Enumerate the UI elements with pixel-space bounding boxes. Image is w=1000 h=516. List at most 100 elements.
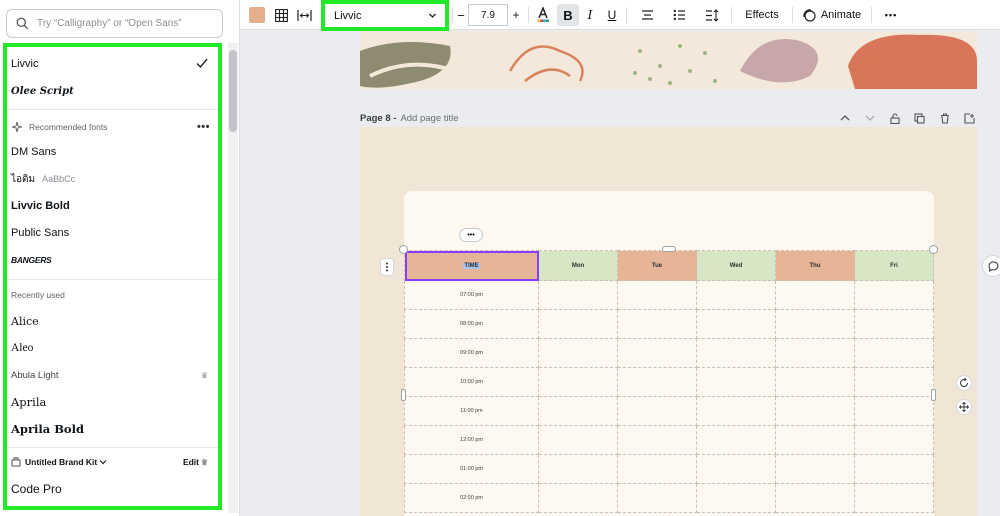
table-cell[interactable] [775, 280, 855, 310]
table-cell[interactable] [617, 280, 697, 310]
animate-icon-wrap[interactable] [801, 0, 817, 30]
time-cell[interactable]: 02:00 pm [404, 483, 539, 513]
table-cell[interactable] [696, 309, 776, 339]
table-cell[interactable] [538, 280, 618, 310]
table-cell[interactable] [696, 425, 776, 455]
table-cell[interactable] [696, 338, 776, 368]
move-down-icon[interactable] [862, 111, 877, 125]
table-cell[interactable] [775, 367, 855, 397]
header-cell-mon[interactable]: Mon [538, 250, 618, 281]
time-cell[interactable]: 07:00 pm [404, 280, 539, 310]
font-item-alice[interactable]: Alice [11, 309, 210, 333]
resize-handle[interactable] [401, 389, 406, 401]
brand-kit-edit-link[interactable]: Edit [183, 457, 199, 467]
table-cell[interactable] [775, 309, 855, 339]
time-cell[interactable]: 01:00 pm [404, 454, 539, 484]
bold-button[interactable]: B [557, 4, 579, 26]
more-options-button[interactable]: ••• [880, 0, 902, 30]
table-more-button[interactable]: ••• [459, 228, 483, 242]
underline-button[interactable]: U [605, 0, 619, 30]
italic-button[interactable]: I [583, 0, 597, 30]
table-cell[interactable] [854, 309, 934, 339]
font-item-olee-script[interactable]: Olee Script [11, 79, 210, 103]
header-cell-thu[interactable]: Thu [775, 250, 855, 281]
table-cell[interactable] [854, 280, 934, 310]
table-cell[interactable] [854, 425, 934, 455]
table-cell[interactable] [538, 396, 618, 426]
table-cell[interactable] [854, 483, 934, 513]
time-cell[interactable]: 11:00 pm [404, 396, 539, 426]
font-item-bangers[interactable]: BANGERS [11, 248, 210, 272]
table-cell[interactable] [696, 396, 776, 426]
resize-handle[interactable] [929, 245, 938, 254]
time-cell[interactable]: 09:00 pm [404, 338, 539, 368]
font-item-itim[interactable]: ไอติม AaBbCc [11, 167, 210, 191]
font-item-code-pro[interactable]: Code Pro [11, 477, 210, 501]
table-cell[interactable] [617, 338, 697, 368]
table-cell[interactable] [617, 367, 697, 397]
add-page-title-link[interactable]: Add page title [400, 113, 458, 124]
table-cell[interactable] [696, 454, 776, 484]
move-up-icon[interactable] [837, 111, 852, 125]
table-cell[interactable] [775, 425, 855, 455]
font-item-aprila-bold[interactable]: Aprila Bold [11, 417, 210, 441]
table-cell[interactable] [538, 454, 618, 484]
comment-button[interactable] [982, 255, 1000, 277]
table-cell[interactable] [854, 367, 934, 397]
row-options-button[interactable] [380, 258, 394, 276]
table-cell[interactable] [617, 483, 697, 513]
table-cell[interactable] [696, 280, 776, 310]
font-item-livvic[interactable]: Livvic [11, 52, 210, 76]
time-cell[interactable]: 12:00 pm [404, 425, 539, 455]
resize-handle[interactable] [399, 245, 408, 254]
table-cell[interactable] [696, 483, 776, 513]
font-search-box[interactable] [6, 9, 223, 38]
table-cell[interactable] [775, 483, 855, 513]
resize-handle[interactable] [931, 389, 936, 401]
font-item-abula-light[interactable]: Abula Light ♛ [11, 363, 210, 387]
table-cell[interactable] [775, 338, 855, 368]
animate-button[interactable]: Animate [820, 0, 862, 30]
text-color-swatch[interactable] [249, 7, 265, 23]
page-7-preview[interactable] [360, 31, 977, 89]
table-grid-button[interactable] [273, 0, 289, 30]
table-cell[interactable] [538, 425, 618, 455]
time-cell[interactable]: 10:00 pm [404, 367, 539, 397]
decrease-size-button[interactable]: − [453, 0, 469, 30]
table-cell[interactable] [538, 309, 618, 339]
delete-icon[interactable] [937, 111, 952, 125]
header-cell-wed[interactable]: Wed [696, 250, 776, 281]
more-options-icon[interactable]: ••• [197, 121, 210, 133]
table-cell[interactable] [775, 396, 855, 426]
duplicate-icon[interactable] [912, 111, 927, 125]
table-cell[interactable] [538, 338, 618, 368]
font-size-input[interactable]: 7.9 [468, 4, 508, 26]
font-item-public-sans[interactable]: Public Sans [11, 221, 210, 245]
brand-kit-header[interactable]: Untitled Brand Kit Edit ♛ [11, 454, 210, 470]
font-item-livvic-bold[interactable]: Livvic Bold [11, 194, 210, 218]
table-cell[interactable] [854, 396, 934, 426]
lock-icon[interactable] [887, 111, 902, 125]
spacing-button[interactable] [704, 0, 720, 30]
resize-handle[interactable] [662, 246, 676, 252]
list-button[interactable] [671, 0, 687, 30]
text-color-button[interactable] [534, 0, 552, 30]
header-cell-time[interactable]: TIME [404, 250, 539, 281]
table-cell[interactable] [617, 425, 697, 455]
move-button[interactable] [956, 399, 972, 415]
table-cell[interactable] [617, 309, 697, 339]
increase-size-button[interactable]: + [508, 0, 524, 30]
add-page-icon[interactable] [962, 111, 977, 125]
table-cell[interactable] [538, 483, 618, 513]
schedule-table[interactable]: TIME Mon Tue Wed Thu Fri 07:00 pm 08:00 … [404, 250, 934, 513]
font-search-input[interactable] [37, 18, 217, 29]
header-cell-fri[interactable]: Fri [854, 250, 934, 281]
font-family-dropdown[interactable]: Livvic [321, 0, 449, 31]
table-cell[interactable] [617, 396, 697, 426]
column-width-button[interactable] [295, 0, 313, 30]
table-cell[interactable] [538, 367, 618, 397]
table-cell[interactable] [854, 338, 934, 368]
table-cell[interactable] [696, 367, 776, 397]
font-item-aprila[interactable]: Aprila [11, 390, 210, 414]
time-cell[interactable]: 08:00 pm [404, 309, 539, 339]
